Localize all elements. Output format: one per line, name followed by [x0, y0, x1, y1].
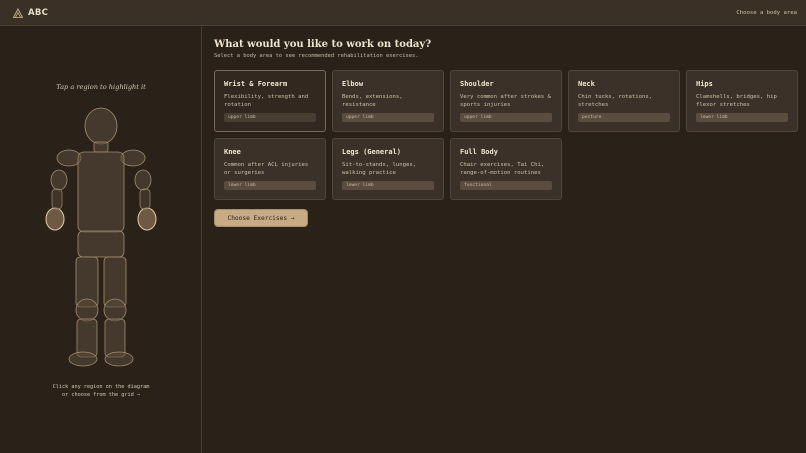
- main-panel: What would you like to work on today? Se…: [214, 27, 804, 453]
- region-left-elbow[interactable]: [50, 169, 68, 191]
- card-description: Flexibility, strength and rotation: [224, 94, 309, 108]
- card-elbow[interactable]: Elbow Bends, extensions, resistance uppe…: [332, 70, 444, 132]
- card-title: Neck: [578, 80, 595, 88]
- card-description: Sit-to-stands, lunges, walking practice: [342, 162, 417, 176]
- card-title: Legs (General): [342, 148, 402, 156]
- region-left-shoulder[interactable]: [56, 149, 82, 167]
- region-right-forearm[interactable]: [139, 188, 151, 210]
- logo-icon: [13, 7, 23, 18]
- region-left-forearm[interactable]: [51, 188, 63, 210]
- region-right-wrist[interactable]: [137, 207, 157, 231]
- region-right-shin[interactable]: [104, 318, 126, 358]
- region-right-foot[interactable]: [104, 351, 134, 367]
- card-shoulder[interactable]: Shoulder Very common after strokes & spo…: [450, 70, 562, 132]
- region-left-wrist[interactable]: [45, 207, 65, 231]
- card-tag: lower limb: [224, 181, 316, 190]
- diagram-footer-line-1: Click any region on the diagram: [52, 384, 150, 390]
- card-description: Bends, extensions, resistance: [342, 94, 403, 108]
- brand-name: ABC: [28, 7, 49, 18]
- card-legs-general[interactable]: Legs (General) Sit-to-stands, lunges, wa…: [332, 138, 444, 200]
- card-neck[interactable]: Neck Chin tucks, rotations, stretches po…: [568, 70, 680, 132]
- card-tag: lower limb: [696, 113, 788, 122]
- card-title: Elbow: [342, 80, 364, 88]
- diagram-footer-line-2: or choose from the grid →: [61, 392, 141, 398]
- page-subtitle: Select a body area to see recommended re…: [214, 53, 419, 59]
- card-wrist-forearm[interactable]: Wrist & Forearm Flexibility, strength an…: [214, 70, 326, 132]
- region-right-shoulder[interactable]: [120, 149, 146, 167]
- card-title: Hips: [696, 80, 713, 88]
- card-title: Knee: [224, 148, 241, 156]
- card-title: Shoulder: [460, 80, 494, 88]
- region-right-knee[interactable]: [103, 298, 127, 322]
- region-left-knee[interactable]: [75, 298, 99, 322]
- region-torso[interactable]: [77, 151, 125, 233]
- region-left-foot[interactable]: [68, 351, 98, 367]
- choose-exercises-button[interactable]: Choose Exercises →: [214, 209, 308, 227]
- region-right-elbow[interactable]: [134, 169, 152, 191]
- region-neck[interactable]: [93, 141, 109, 153]
- diagram-caption: Tap a region to highlight it: [56, 83, 146, 91]
- card-tag: upper limb: [224, 113, 316, 122]
- card-tag: posture: [578, 113, 670, 122]
- card-hips[interactable]: Hips Clamshells, bridges, hip flexor str…: [686, 70, 798, 132]
- card-tag: functional: [460, 181, 552, 190]
- card-tag: upper limb: [460, 113, 552, 122]
- card-description: Chin tucks, rotations, stretches: [578, 94, 653, 108]
- card-tag: lower limb: [342, 181, 434, 190]
- card-tag: upper limb: [342, 113, 434, 122]
- region-hips[interactable]: [77, 230, 125, 258]
- top-hint: Choose a body area: [736, 9, 797, 16]
- card-description: Clamshells, bridges, hip flexor stretche…: [696, 94, 777, 108]
- card-title: Wrist & Forearm: [224, 80, 288, 88]
- card-description: Very common after strokes & sports injur…: [460, 94, 551, 108]
- top-bar: ABC Choose a body area: [0, 0, 806, 26]
- card-title: Full Body: [460, 148, 498, 156]
- region-head[interactable]: [84, 107, 118, 145]
- body-diagram: [45, 107, 157, 367]
- card-full-body[interactable]: Full Body Chair exercises, Tai Chi, rang…: [450, 138, 562, 200]
- card-description: Chair exercises, Tai Chi, range-of-motio…: [460, 162, 545, 176]
- card-knee[interactable]: Knee Common after ACL injuries or surger…: [214, 138, 326, 200]
- brand[interactable]: ABC: [12, 7, 48, 19]
- page-title: What would you like to work on today?: [214, 39, 432, 50]
- body-diagram-panel: Tap a region to highlight it Click any r…: [0, 27, 202, 453]
- card-description: Common after ACL injuries or surgeries: [224, 162, 309, 176]
- diagram-footer: Click any region on the diagram or choos…: [0, 383, 202, 399]
- region-left-shin[interactable]: [76, 318, 98, 358]
